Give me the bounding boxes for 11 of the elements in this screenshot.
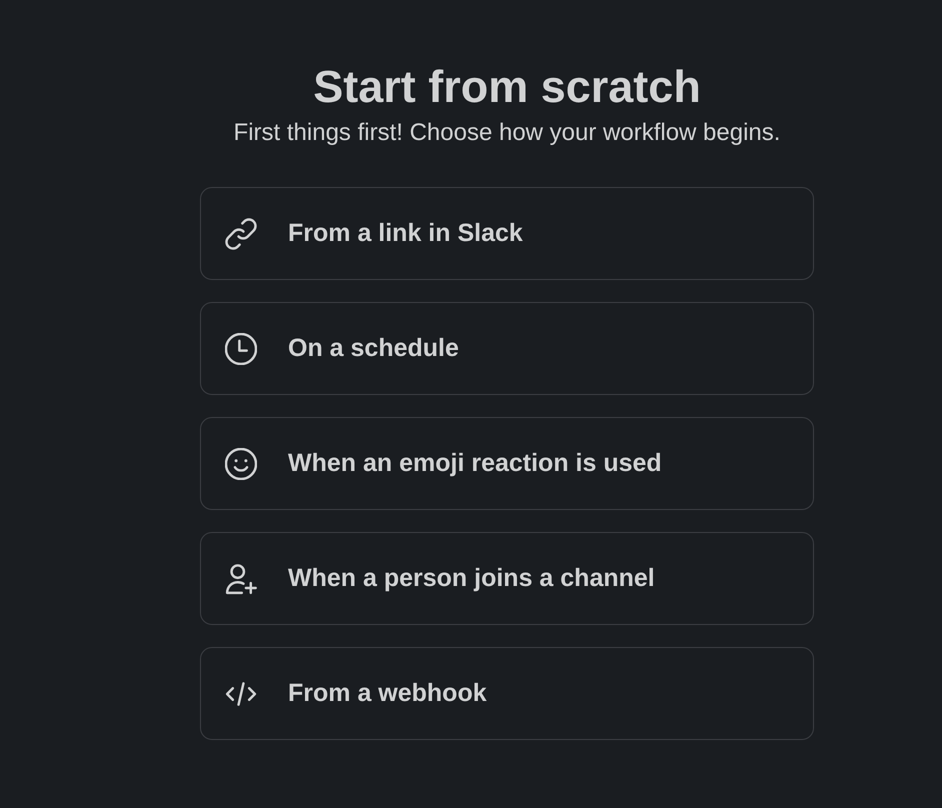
trigger-option[interactable]: From a link in Slack [200, 187, 814, 280]
trigger-option[interactable]: From a webhook [200, 647, 814, 740]
page-title: Start from scratch [313, 60, 701, 114]
trigger-option[interactable]: When a person joins a channel [200, 532, 814, 625]
trigger-option[interactable]: On a schedule [200, 302, 814, 395]
clock-icon [225, 332, 257, 364]
person-add-icon [225, 562, 257, 594]
smiley-icon [225, 448, 257, 480]
trigger-option[interactable]: When an emoji reaction is used [200, 417, 814, 510]
link-icon [225, 218, 257, 250]
page-subtitle: First things first! Choose how your workflow begins. [234, 118, 780, 148]
